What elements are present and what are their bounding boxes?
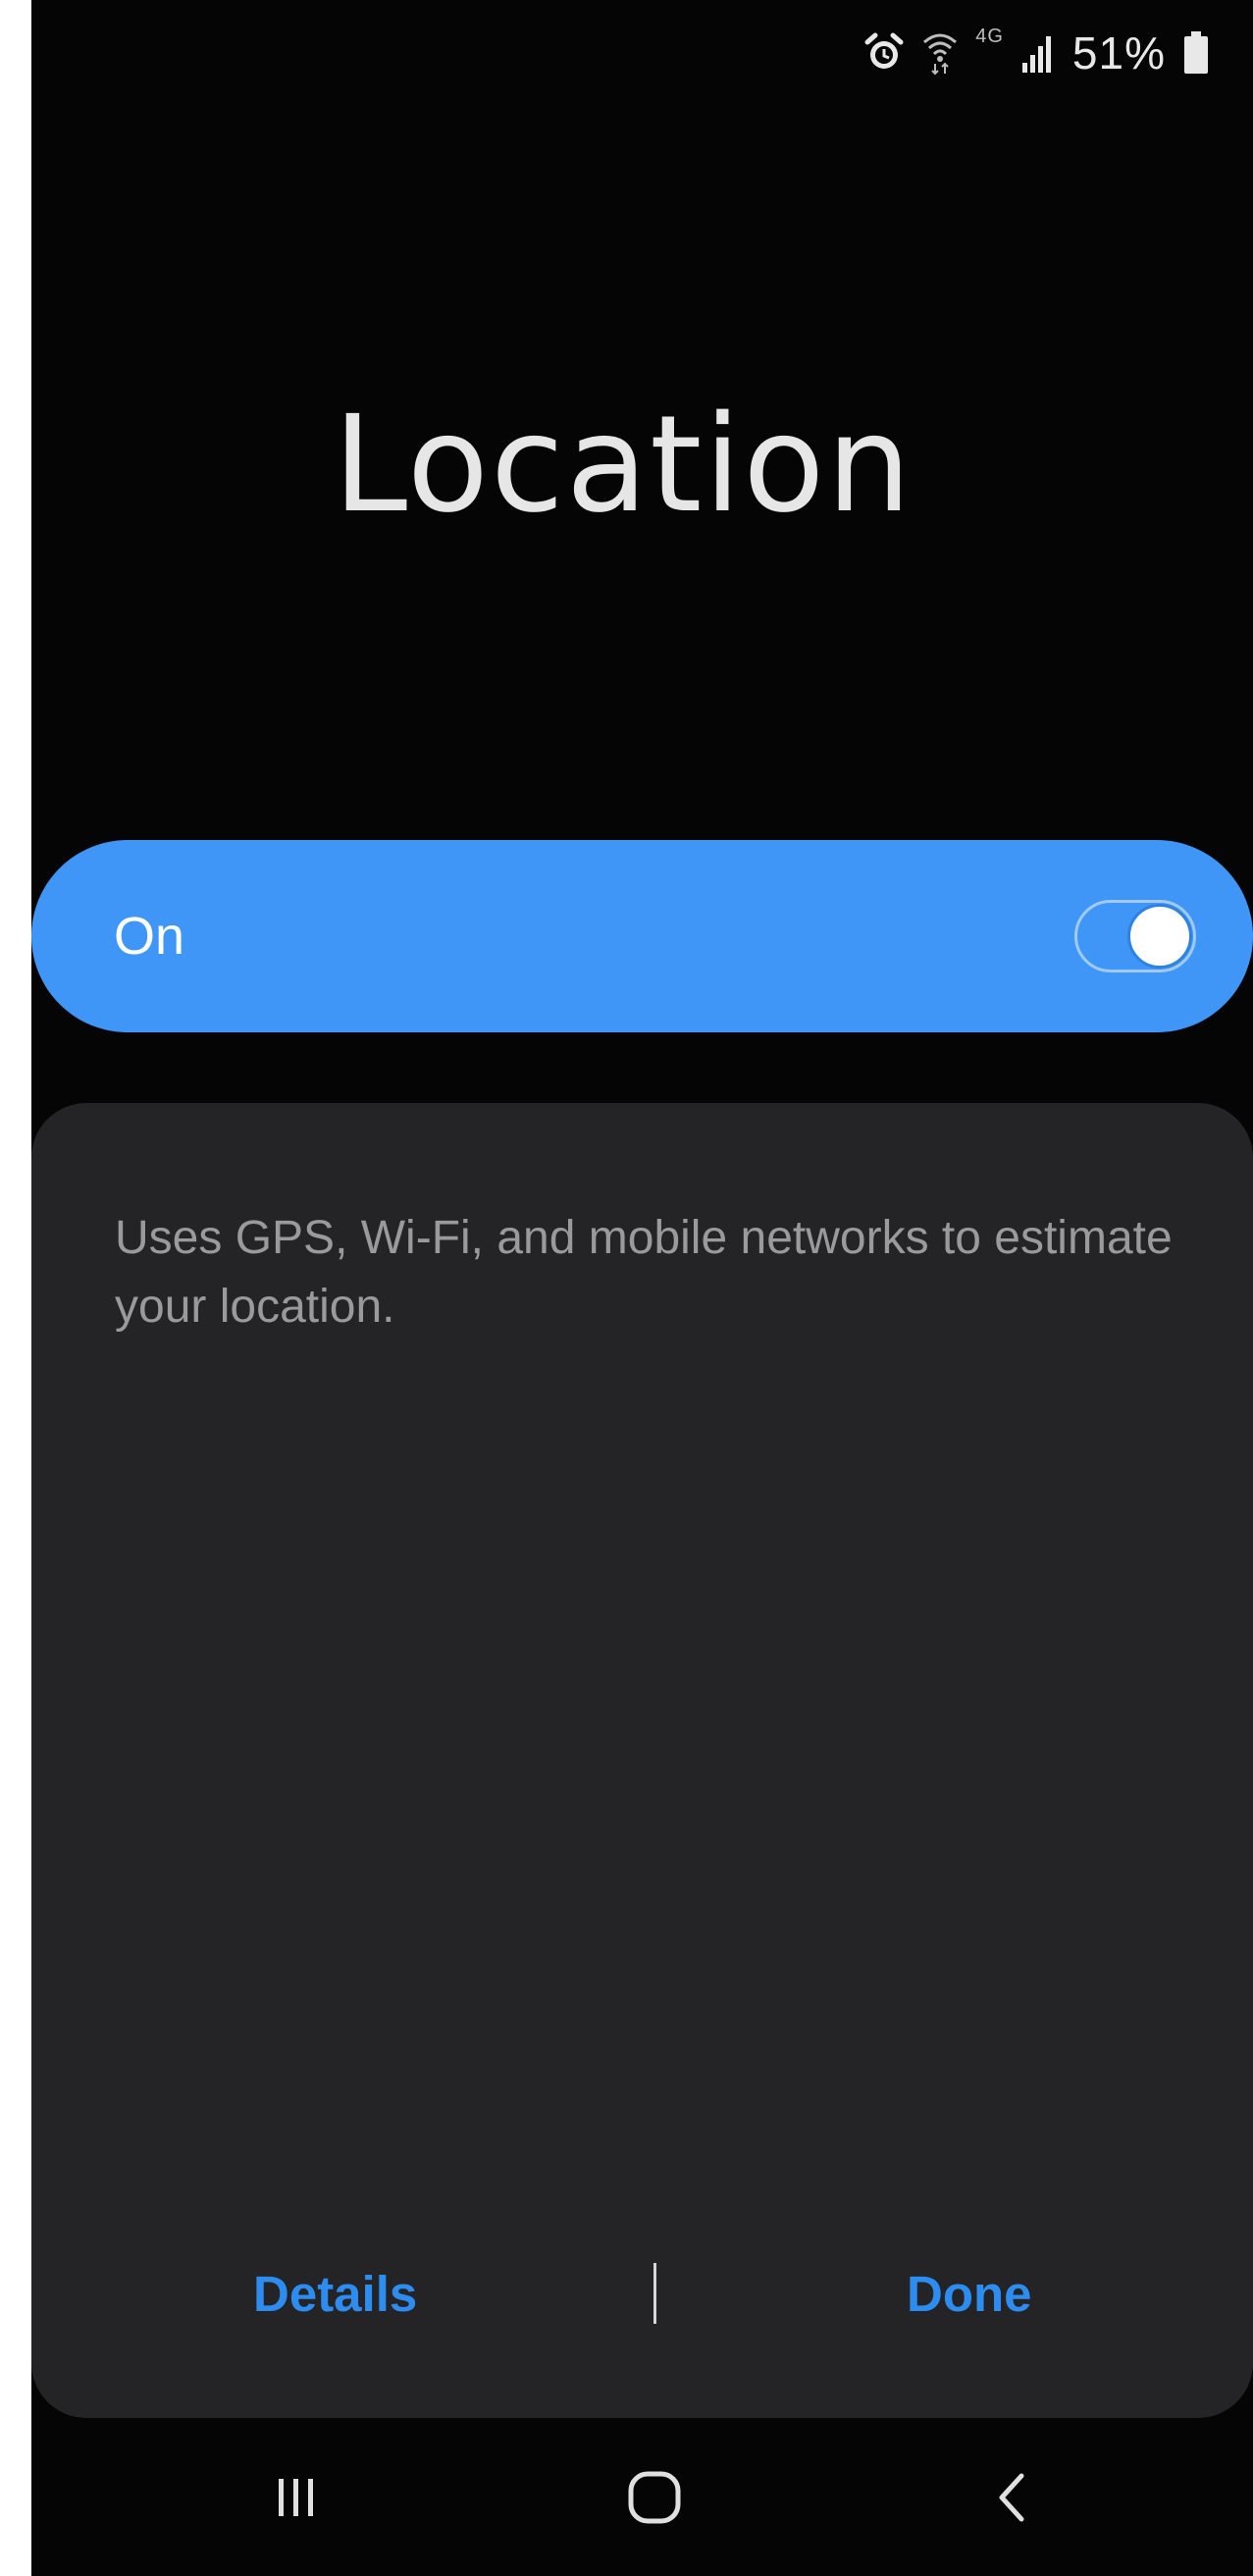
lte-icon: 4G — [975, 26, 1004, 48]
status-bar: 4G 51% — [863, 22, 1209, 84]
done-button[interactable]: Done — [907, 2255, 1032, 2334]
card-actions: Details Done — [31, 2255, 1253, 2334]
navigation-bar — [31, 2429, 1253, 2576]
location-toggle-bar[interactable]: On — [31, 840, 1253, 1032]
switch-knob — [1127, 904, 1192, 969]
wifi-icon — [922, 30, 958, 76]
alarm-icon — [863, 32, 905, 74]
phone-screen: 4G 51% Location On Uses GPS, Wi-Fi, and … — [31, 0, 1253, 2576]
details-button[interactable]: Details — [253, 2255, 417, 2334]
page-title: Location — [333, 388, 914, 543]
lte-label: 4G — [975, 26, 1004, 47]
battery-icon — [1183, 31, 1209, 75]
toggle-label: On — [114, 907, 185, 966]
signal-icon — [1021, 33, 1055, 73]
info-card: Uses GPS, Wi-Fi, and mobile networks to … — [31, 1103, 1253, 2418]
home-icon[interactable] — [596, 2448, 713, 2547]
battery-percent: 51% — [1071, 27, 1166, 79]
location-switch[interactable] — [1074, 900, 1196, 973]
recents-icon[interactable] — [237, 2448, 355, 2547]
actions-divider — [653, 2263, 656, 2324]
location-description: Uses GPS, Wi-Fi, and mobile networks to … — [115, 1212, 1173, 1333]
back-icon[interactable] — [954, 2448, 1071, 2547]
